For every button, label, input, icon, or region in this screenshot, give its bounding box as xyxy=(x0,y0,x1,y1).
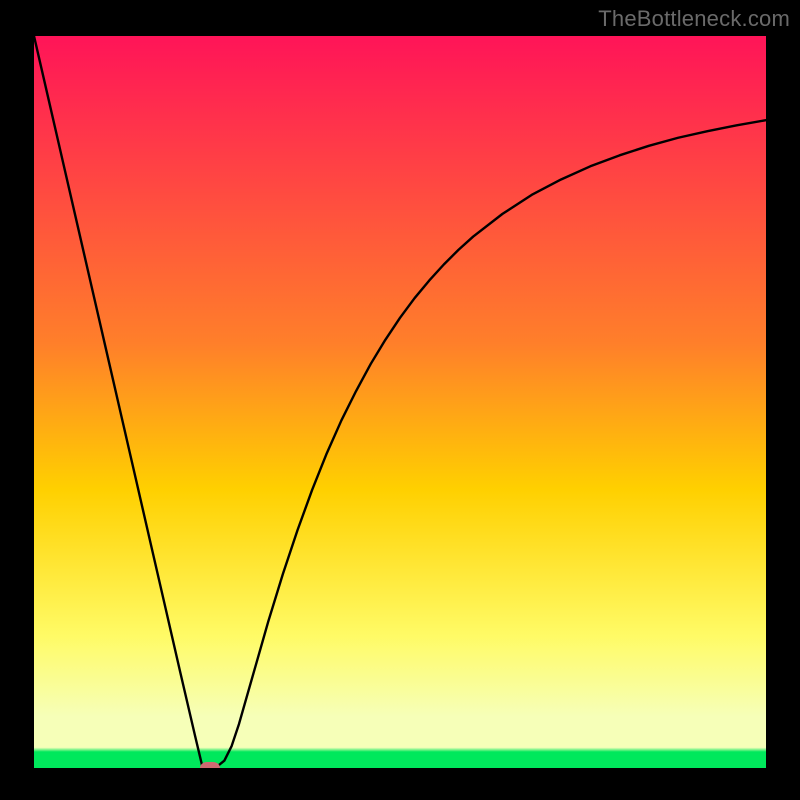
minimum-marker xyxy=(200,762,220,768)
watermark-text: TheBottleneck.com xyxy=(598,6,790,32)
outer-frame: TheBottleneck.com xyxy=(0,0,800,800)
bottleneck-curve xyxy=(34,36,766,768)
plot-area xyxy=(34,36,766,768)
